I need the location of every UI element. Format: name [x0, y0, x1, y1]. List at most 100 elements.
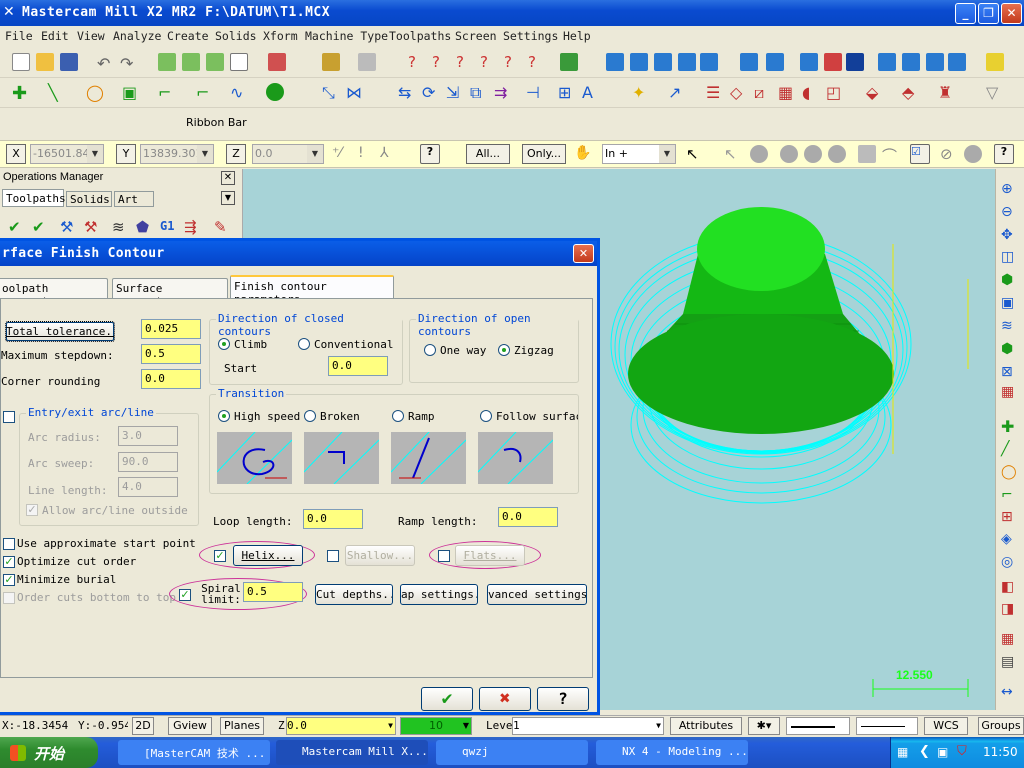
- layers-icon[interactable]: [878, 53, 896, 71]
- solid-icon[interactable]: ⬢: [1001, 341, 1019, 359]
- zoom-in-icon[interactable]: ⊕: [1001, 181, 1019, 199]
- arc-radius-field[interactable]: 3.0: [118, 426, 178, 446]
- color-field[interactable]: 10 ▼: [400, 717, 472, 735]
- menu-machine-type[interactable]: Machine Type: [305, 29, 388, 43]
- xform-icon[interactable]: ⤡: [322, 83, 340, 102]
- window-tool-icon[interactable]: ▤: [1001, 654, 1019, 672]
- 2d-3d-toggle[interactable]: 2D: [132, 717, 154, 735]
- analyze-angle-icon[interactable]: ?: [456, 53, 474, 71]
- solid-face-icon[interactable]: [780, 145, 798, 163]
- wcs-button[interactable]: WCS: [924, 717, 968, 735]
- trim-icon[interactable]: ⌐: [196, 83, 214, 102]
- window-select-icon[interactable]: ↖: [724, 145, 742, 163]
- cancel-button[interactable]: ✖: [479, 687, 531, 711]
- solid-body-icon[interactable]: [828, 145, 846, 163]
- cut-depths-button[interactable]: Cut depths...: [315, 584, 393, 605]
- conventional-radio[interactable]: [298, 338, 310, 350]
- align-icon[interactable]: ⊣: [526, 83, 544, 102]
- select-only-button[interactable]: Only...: [522, 144, 566, 164]
- cube-top-icon[interactable]: [182, 53, 200, 71]
- analyze-icon[interactable]: ?: [408, 53, 426, 71]
- no-select-icon[interactable]: ⊘: [940, 145, 958, 163]
- solid-cyl-icon[interactable]: [266, 83, 284, 101]
- menu-view[interactable]: View: [77, 29, 105, 43]
- table-icon[interactable]: ▦: [778, 83, 796, 102]
- new-file-icon[interactable]: [12, 53, 30, 71]
- circle-icon[interactable]: ◯: [86, 83, 104, 102]
- autocursor-icon[interactable]: ⅄: [380, 145, 398, 163]
- plane-icon[interactable]: [740, 53, 758, 71]
- line-width-select[interactable]: [856, 717, 918, 735]
- plane-tool-icon[interactable]: ◧: [1001, 579, 1019, 597]
- ramp-length-field[interactable]: 0.0: [498, 507, 558, 527]
- spiral-limit-field[interactable]: 0.5: [243, 582, 303, 602]
- chevron-down-icon[interactable]: ▼: [87, 145, 103, 163]
- allow-outside-checkbox[interactable]: ✓: [26, 504, 38, 516]
- slot-icon[interactable]: ◰: [826, 83, 844, 102]
- spline-icon[interactable]: ⌐: [158, 83, 176, 102]
- select-all-button[interactable]: All...: [466, 144, 510, 164]
- menu-solids[interactable]: Solids: [215, 29, 257, 43]
- z-button[interactable]: Z: [226, 144, 246, 164]
- cube-view-icon[interactable]: [158, 53, 176, 71]
- dimension-tool-icon[interactable]: ↔: [1001, 684, 1019, 702]
- corner-rounding-field[interactable]: 0.0: [141, 369, 201, 389]
- toolpath-icon[interactable]: [322, 53, 340, 71]
- pan-icon[interactable]: ✥: [1001, 227, 1019, 245]
- selection-mode-select[interactable]: In + ▼: [602, 144, 676, 164]
- stock-icon[interactable]: ⬙: [866, 83, 884, 102]
- regen-dirty-icon[interactable]: ⚒: [84, 218, 102, 236]
- ramp-radio[interactable]: [392, 410, 404, 422]
- menu-file[interactable]: File: [5, 29, 33, 43]
- keyboard-icon[interactable]: ▦: [897, 745, 908, 759]
- analyze-entity-icon[interactable]: ?: [528, 53, 546, 71]
- entry-exit-checkbox[interactable]: [3, 411, 15, 423]
- surface-icon[interactable]: ≋: [1001, 318, 1019, 336]
- menu-toolpaths[interactable]: Toolpaths: [389, 29, 451, 43]
- climb-radio[interactable]: [218, 338, 230, 350]
- help-icon[interactable]: ?: [420, 144, 440, 164]
- regen-icon[interactable]: ⚒: [60, 218, 78, 236]
- color-grid-icon[interactable]: ▦: [1001, 384, 1019, 402]
- window-icon[interactable]: [948, 53, 966, 71]
- minimize-button[interactable]: _: [955, 3, 976, 24]
- zoom-window-icon[interactable]: ◫: [1001, 249, 1019, 267]
- polygon-select-icon[interactable]: [750, 145, 768, 163]
- run-addin-icon[interactable]: [560, 53, 578, 71]
- select-all-ops-icon[interactable]: ✔: [8, 218, 26, 236]
- select-dirty-ops-icon[interactable]: ✔: [32, 218, 50, 236]
- tool-icon[interactable]: ♜: [938, 83, 956, 102]
- z-coordinate-field[interactable]: 0.0 ▼: [252, 144, 324, 164]
- fit-icon[interactable]: [800, 53, 818, 71]
- menu-xform[interactable]: Xform: [263, 29, 298, 43]
- menu-analyze[interactable]: Analyze: [113, 29, 161, 43]
- chain-feature-icon[interactable]: ☑: [910, 144, 930, 164]
- helix-checkbox[interactable]: ✓: [214, 550, 226, 562]
- point-style-select[interactable]: ✱▾: [748, 717, 780, 735]
- flats-button[interactable]: Flats...: [455, 545, 525, 566]
- line-style-select[interactable]: [786, 717, 850, 735]
- chevron-left-icon[interactable]: ❮: [919, 744, 930, 759]
- broken-radio[interactable]: [304, 410, 316, 422]
- analyze-chain-icon[interactable]: ?: [504, 53, 522, 71]
- fast-point-icon[interactable]: ⁺⁄: [332, 145, 350, 163]
- tab-art[interactable]: Art: [114, 191, 154, 207]
- high-speed-radio[interactable]: [218, 410, 230, 422]
- y-button[interactable]: Y: [116, 144, 136, 164]
- color-icon[interactable]: [986, 53, 1004, 71]
- z-depth-field[interactable]: 0.0 ▼: [286, 717, 396, 735]
- arc-view-icon[interactable]: [654, 53, 672, 71]
- offset-icon[interactable]: ⧉: [470, 83, 488, 102]
- menu-help[interactable]: Help: [563, 29, 591, 43]
- tab-toolpaths[interactable]: Toolpaths: [2, 189, 66, 207]
- taskbar-item-mastercam-mill[interactable]: Mastercam Mill X...: [276, 740, 428, 765]
- point-icon[interactable]: ✚: [1001, 417, 1019, 436]
- post-g1-icon[interactable]: G1: [160, 219, 174, 233]
- start-button[interactable]: 开始: [0, 737, 98, 768]
- surface-tool-icon[interactable]: ◈: [1001, 531, 1019, 549]
- corner-icon[interactable]: ⌐: [1001, 487, 1019, 505]
- one-way-radio[interactable]: [424, 344, 436, 356]
- help-icon[interactable]: ?: [994, 144, 1014, 164]
- plus-icon[interactable]: ✚: [12, 83, 30, 104]
- taskbar-item-nx4[interactable]: NX 4 - Modeling ...: [596, 740, 748, 765]
